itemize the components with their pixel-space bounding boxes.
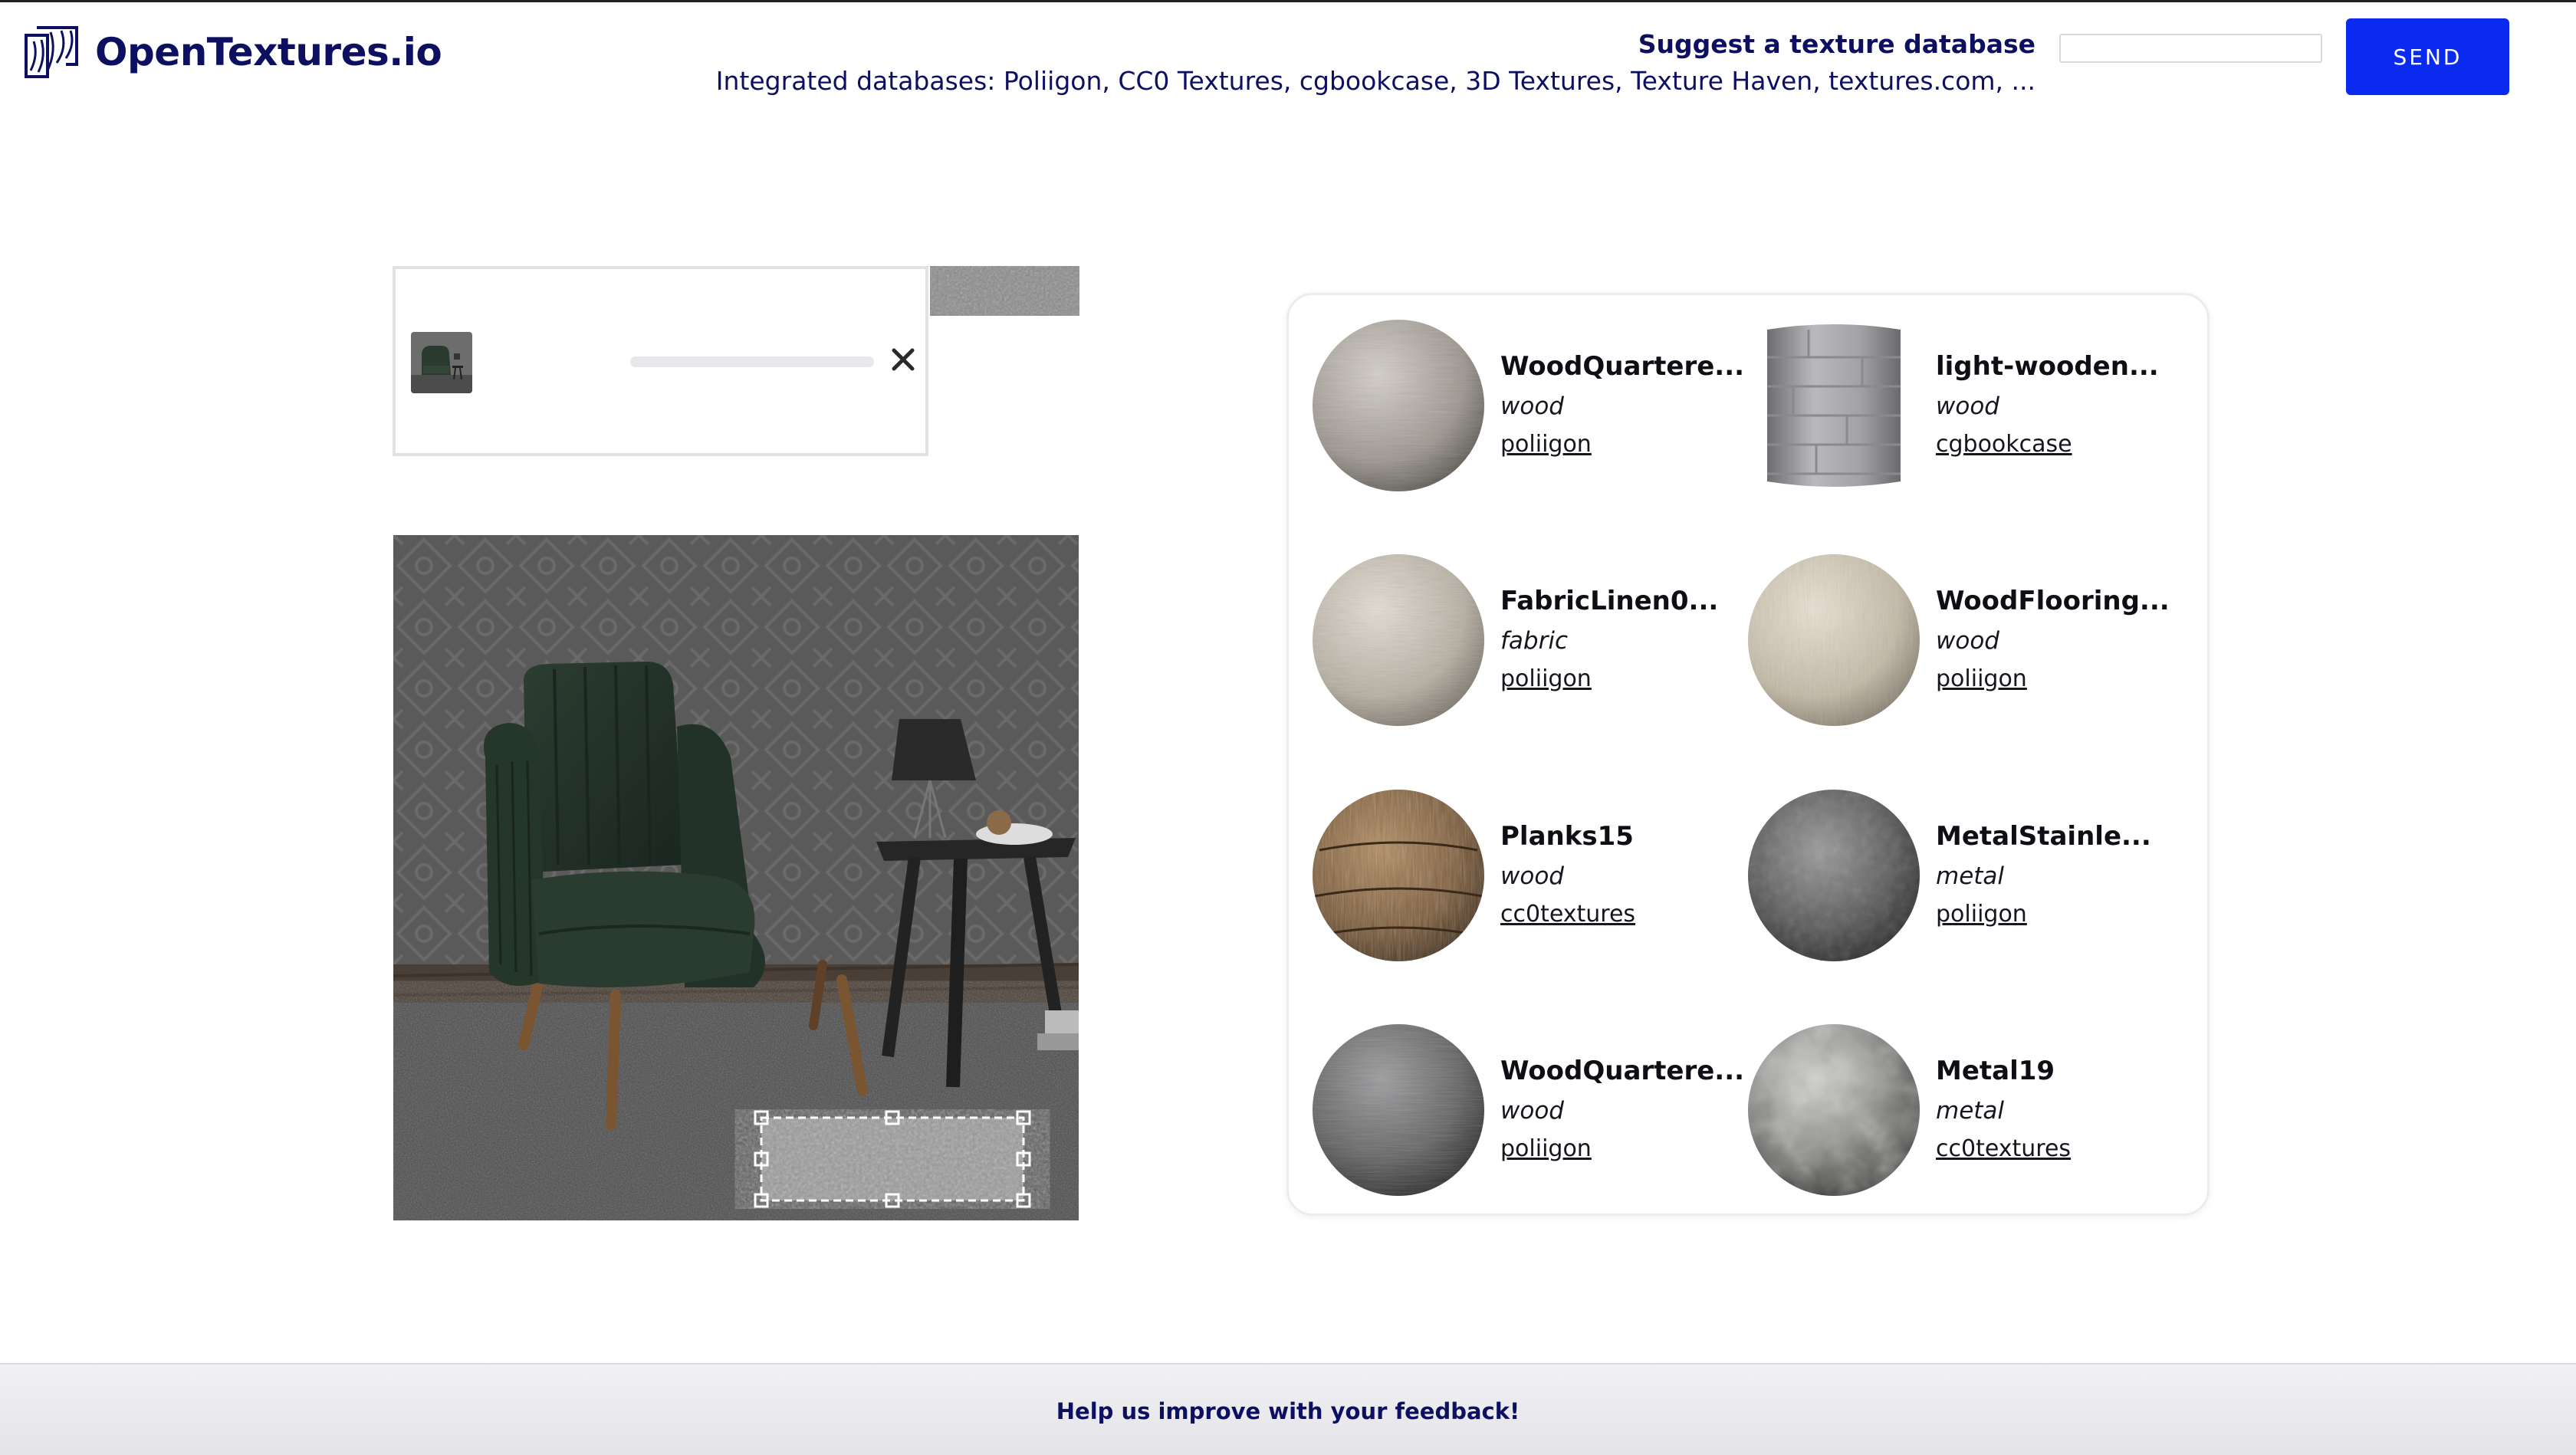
logo-icon	[25, 26, 78, 78]
result-name: WoodFlooring...	[1936, 585, 2170, 616]
close-icon[interactable]	[886, 343, 920, 376]
suggest-database-input[interactable]	[2059, 34, 2322, 63]
integrated-databases-text: Integrated databases: Poliigon, CC0 Text…	[715, 66, 2036, 96]
result-category: wood	[1500, 1096, 1564, 1125]
result-name: MetalStainle...	[1936, 820, 2151, 852]
result-source-link[interactable]: poliigon	[1936, 901, 2151, 928]
texture-results-panel: WoodQuartere... wood poliigon light-wood…	[1286, 293, 2210, 1216]
result-card[interactable]: FabricLinen0... fabric poliigon	[1312, 548, 1741, 732]
light-wood-sphere-swatch	[1313, 320, 1484, 491]
mottled-metal-sphere-swatch	[1748, 1024, 1920, 1196]
result-name: FabricLinen0...	[1500, 585, 1719, 616]
result-card[interactable]: Planks15 wood cc0textures	[1312, 783, 1741, 967]
result-card[interactable]: light-wooden... wood cgbookcase	[1747, 314, 2177, 498]
texture-selection-box[interactable]	[754, 1110, 1031, 1208]
result-source-link[interactable]: cc0textures	[1936, 1135, 2071, 1162]
suggest-database-title: Suggest a texture database	[1638, 29, 2036, 59]
dark-metal-sphere-swatch	[1748, 790, 1920, 961]
result-name: Planks15	[1500, 820, 1634, 852]
result-category: wood	[1500, 862, 1564, 890]
brown-planks-sphere-swatch	[1313, 790, 1484, 961]
result-source-link[interactable]: poliigon	[1500, 431, 1744, 458]
result-card[interactable]: MetalStainle... metal poliigon	[1747, 783, 2177, 967]
result-category: fabric	[1500, 626, 1568, 655]
grey-wood-sphere-swatch	[1313, 1024, 1484, 1196]
window-top-border	[0, 0, 2576, 2]
feedback-bar: Help us improve with your feedback!	[0, 1363, 2576, 1455]
send-button[interactable]: SEND	[2346, 18, 2509, 95]
upload-card	[393, 266, 928, 456]
result-category: wood	[1936, 626, 1999, 655]
uploaded-scene-image[interactable]	[393, 535, 1079, 1220]
result-source-link[interactable]: poliigon	[1500, 665, 1718, 692]
logo[interactable]: OpenTextures.io	[23, 25, 442, 80]
crop-preview-swatch	[930, 266, 1079, 316]
result-source-link[interactable]: cc0textures	[1500, 901, 1635, 928]
result-card[interactable]: WoodFlooring... wood poliigon	[1747, 548, 2177, 732]
result-name: Metal19	[1936, 1055, 2055, 1086]
upload-progress-bar	[630, 356, 874, 367]
result-category: metal	[1936, 862, 2005, 890]
result-card[interactable]: WoodQuartere... wood poliigon	[1312, 1018, 1745, 1202]
result-name: WoodQuartere...	[1500, 1055, 1745, 1086]
result-source-link[interactable]: poliigon	[1936, 665, 2170, 692]
result-name: light-wooden...	[1936, 350, 2159, 382]
result-source-link[interactable]: poliigon	[1500, 1135, 1744, 1162]
result-category: wood	[1500, 392, 1564, 420]
result-source-link[interactable]: cgbookcase	[1936, 431, 2159, 458]
wood-cylinder-swatch	[1767, 324, 1901, 487]
result-name: WoodQuartere...	[1500, 350, 1745, 382]
beige-wood-sphere-swatch	[1748, 554, 1920, 726]
result-category: wood	[1936, 392, 1999, 420]
logo-text: OpenTextures.io	[95, 30, 442, 74]
uploaded-image-thumbnail	[411, 332, 472, 393]
linen-sphere-swatch	[1313, 554, 1484, 726]
result-card[interactable]: WoodQuartere... wood poliigon	[1312, 314, 1745, 498]
result-card[interactable]: Metal19 metal cc0textures	[1747, 1018, 2177, 1202]
result-category: metal	[1936, 1096, 2005, 1125]
feedback-link[interactable]: Help us improve with your feedback!	[0, 1398, 2576, 1424]
